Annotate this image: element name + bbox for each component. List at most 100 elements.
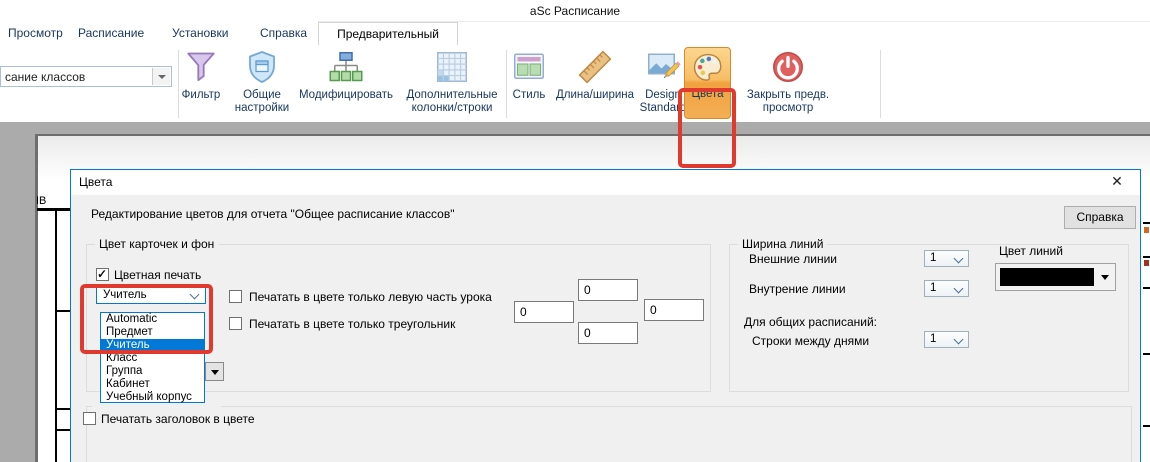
tab-prosmotr[interactable]: Просмотр bbox=[8, 22, 63, 44]
table-line bbox=[1143, 256, 1150, 258]
group-title: Цвет карточек и фон bbox=[95, 237, 218, 251]
design-icon bbox=[645, 49, 681, 85]
menu-tab-bar: Просмотр Расписание Установки Справка Пр… bbox=[0, 22, 1150, 46]
background-combobox-partial[interactable] bbox=[205, 362, 224, 381]
report-selector-dropdown-button[interactable] bbox=[152, 68, 170, 85]
line-color-combobox[interactable] bbox=[995, 263, 1116, 291]
list-item[interactable]: Учебный корпус bbox=[101, 391, 204, 404]
modify-button[interactable]: Модифицировать bbox=[296, 47, 396, 102]
window-title: aSc Расписание bbox=[0, 4, 1150, 18]
filter-icon bbox=[183, 49, 219, 85]
dialog-description: Редактирование цветов для отчета "Общее … bbox=[91, 207, 454, 221]
colors-dialog: Цвета ✕ Редактирование цветов для отчета… bbox=[70, 169, 1141, 462]
color-by-combobox[interactable]: Учитель bbox=[96, 287, 206, 304]
list-item[interactable]: Класс bbox=[101, 352, 204, 365]
report-selector-combobox[interactable]: сание классов bbox=[0, 66, 172, 87]
dialog-titlebar[interactable]: Цвета ✕ bbox=[71, 170, 1140, 195]
list-item[interactable]: Кабинет bbox=[101, 378, 204, 391]
shield-icon bbox=[244, 49, 280, 85]
list-item[interactable]: Предмет bbox=[101, 326, 204, 339]
table-grid-icon bbox=[434, 49, 470, 85]
triangle-checkbox[interactable] bbox=[229, 317, 242, 330]
timetable-row-header: IB bbox=[36, 195, 46, 207]
black-color-swatch bbox=[1000, 268, 1094, 286]
chevron-down-icon bbox=[158, 75, 166, 79]
ribbon-separator bbox=[880, 50, 881, 118]
close-icon[interactable]: ✕ bbox=[1106, 173, 1128, 191]
app-window: aSc Расписание Просмотр Расписание Устан… bbox=[0, 0, 1150, 462]
inner-lines-value: 1 bbox=[930, 282, 936, 294]
group-border bbox=[221, 406, 1132, 407]
left-part-label: Печатать в цвете только левую часть урок… bbox=[249, 290, 492, 304]
filter-button[interactable]: Фильтр bbox=[180, 47, 222, 102]
style-button[interactable]: Стиль bbox=[508, 47, 550, 102]
card-fragment bbox=[1144, 260, 1149, 266]
color-by-value: Учитель bbox=[103, 289, 147, 301]
list-item-selected[interactable]: Учитель bbox=[101, 339, 204, 352]
margin-top-field[interactable] bbox=[578, 279, 638, 301]
left-part-checkbox[interactable] bbox=[229, 290, 242, 303]
inner-lines-label: Внутрение линии bbox=[749, 282, 846, 296]
tab-spravka[interactable]: Справка bbox=[260, 22, 307, 44]
group-border bbox=[1131, 406, 1132, 462]
button-label: Цвета bbox=[685, 88, 730, 101]
chevron-down-icon bbox=[190, 290, 200, 300]
inner-lines-combobox[interactable]: 1 bbox=[924, 280, 969, 297]
dropdown-arrow-icon bbox=[211, 370, 219, 375]
style-icon bbox=[511, 49, 547, 85]
color-print-label: Цветная печать bbox=[114, 268, 201, 282]
button-label: Закрыть предв. просмотр bbox=[740, 89, 836, 114]
table-line bbox=[1143, 222, 1150, 224]
button-label: Общие настройки bbox=[228, 89, 296, 114]
table-line bbox=[56, 310, 70, 312]
outer-lines-value: 1 bbox=[930, 252, 936, 264]
colors-button[interactable]: Цвета bbox=[684, 47, 731, 119]
ribbon-toolbar: сание классов Фильтр Общие настройки Мод… bbox=[0, 45, 1150, 123]
design-standard-button[interactable]: Design Standard bbox=[638, 47, 688, 114]
table-line bbox=[1143, 353, 1150, 355]
between-days-label: Строки между днями bbox=[752, 334, 869, 348]
card-fragment bbox=[1144, 227, 1149, 233]
extra-columns-button[interactable]: Дополнительные колонки/строки bbox=[396, 47, 508, 114]
group-title: Ширина линий bbox=[738, 237, 827, 251]
outer-lines-combobox[interactable]: 1 bbox=[924, 250, 969, 267]
common-schedules-label: Для общих расписаний: bbox=[744, 315, 877, 329]
button-label: Стиль bbox=[508, 89, 550, 102]
close-preview-button[interactable]: Закрыть предв. просмотр bbox=[740, 47, 836, 114]
length-width-button[interactable]: Длина/ширина bbox=[550, 47, 640, 102]
list-item[interactable]: Группа bbox=[101, 365, 204, 378]
margin-right-field[interactable] bbox=[644, 299, 704, 321]
page-edge bbox=[35, 134, 38, 462]
table-line bbox=[37, 208, 70, 211]
line-color-label: Цвет линий bbox=[999, 244, 1063, 258]
ribbon-separator bbox=[178, 50, 179, 118]
page-edge bbox=[35, 134, 1150, 136]
common-settings-button[interactable]: Общие настройки bbox=[228, 47, 296, 114]
tab-preview-active[interactable]: Предварительный просмотр bbox=[318, 22, 458, 45]
outer-lines-label: Внешние линии bbox=[749, 252, 837, 266]
power-icon bbox=[770, 49, 806, 85]
button-label: Длина/ширина bbox=[550, 89, 640, 102]
report-selector-value: сание классов bbox=[5, 70, 85, 84]
table-line bbox=[55, 208, 57, 462]
color-print-checkbox[interactable] bbox=[96, 268, 109, 281]
button-label: Модифицировать bbox=[296, 89, 396, 102]
window-titlebar: aSc Расписание bbox=[0, 0, 1150, 22]
header-color-label: Печатать заголовок в цвете bbox=[101, 412, 255, 426]
table-line bbox=[1143, 425, 1150, 427]
tab-raspisanie[interactable]: Расписание bbox=[78, 22, 144, 44]
color-by-dropdown-list: Automatic Предмет Учитель Класс Группа К… bbox=[100, 312, 205, 403]
margin-left-field[interactable] bbox=[514, 301, 574, 323]
between-days-value: 1 bbox=[930, 333, 936, 345]
table-line bbox=[57, 429, 70, 431]
margin-bottom-field[interactable] bbox=[578, 322, 638, 344]
chevron-down-icon bbox=[954, 284, 964, 294]
help-button[interactable]: Справка bbox=[1064, 206, 1136, 229]
ruler-icon bbox=[577, 49, 613, 85]
org-chart-icon bbox=[328, 49, 364, 85]
tab-ustanovki[interactable]: Установки bbox=[172, 22, 228, 44]
between-days-combobox[interactable]: 1 bbox=[924, 331, 969, 348]
header-color-checkbox[interactable] bbox=[83, 412, 96, 425]
chevron-down-icon bbox=[954, 335, 964, 345]
list-item[interactable]: Automatic bbox=[101, 313, 204, 326]
